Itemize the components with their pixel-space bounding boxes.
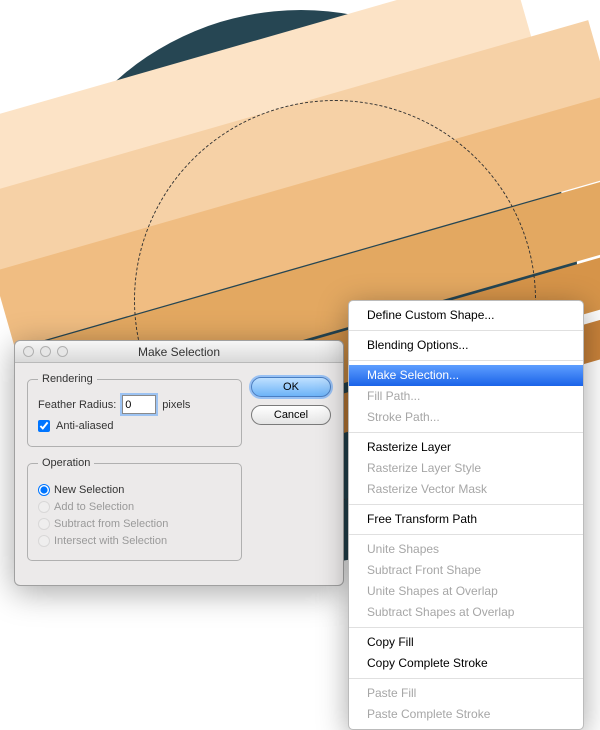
menu-separator <box>349 678 583 679</box>
menu-separator <box>349 534 583 535</box>
menu-item[interactable]: Make Selection... <box>349 365 583 386</box>
rendering-group: Rendering Feather Radius: pixels Anti-al… <box>27 373 242 447</box>
anti-aliased-checkbox[interactable] <box>38 420 50 432</box>
operation-radio <box>38 518 50 530</box>
feather-radius-input[interactable] <box>122 395 156 414</box>
menu-item: Stroke Path... <box>349 407 583 428</box>
menu-item[interactable]: Copy Fill <box>349 632 583 653</box>
operation-label: New Selection <box>54 484 124 496</box>
menu-item: Subtract Shapes at Overlap <box>349 602 583 623</box>
dialog-titlebar[interactable]: Make Selection <box>15 341 343 363</box>
menu-item: Fill Path... <box>349 386 583 407</box>
menu-item: Unite Shapes at Overlap <box>349 581 583 602</box>
feather-radius-label: Feather Radius: <box>38 399 116 411</box>
menu-separator <box>349 432 583 433</box>
menu-item: Subtract Front Shape <box>349 560 583 581</box>
zoom-icon[interactable] <box>57 346 68 357</box>
operation-option: Intersect with Selection <box>38 535 231 547</box>
operation-radio[interactable] <box>38 484 50 496</box>
operation-option: Add to Selection <box>38 501 231 513</box>
menu-item: Paste Complete Stroke <box>349 704 583 725</box>
menu-item: Paste Fill <box>349 683 583 704</box>
make-selection-dialog: Make Selection Rendering Feather Radius:… <box>14 340 344 586</box>
menu-item[interactable]: Define Custom Shape... <box>349 305 583 326</box>
operation-label: Add to Selection <box>54 501 134 513</box>
operation-label: Intersect with Selection <box>54 535 167 547</box>
menu-item: Rasterize Layer Style <box>349 458 583 479</box>
menu-separator <box>349 504 583 505</box>
menu-item: Unite Shapes <box>349 539 583 560</box>
minimize-icon[interactable] <box>40 346 51 357</box>
menu-item: Rasterize Vector Mask <box>349 479 583 500</box>
dialog-buttons: OK Cancel <box>251 377 331 425</box>
menu-item[interactable]: Blending Options... <box>349 335 583 356</box>
menu-separator <box>349 330 583 331</box>
bar-shape <box>0 0 533 198</box>
ok-button[interactable]: OK <box>251 377 331 397</box>
bar-shape <box>0 20 600 273</box>
window-controls[interactable] <box>23 346 68 357</box>
operation-radio <box>38 535 50 547</box>
dialog-title: Make Selection <box>138 345 220 359</box>
operation-legend: Operation <box>38 457 94 469</box>
close-icon[interactable] <box>23 346 34 357</box>
cancel-button[interactable]: Cancel <box>251 405 331 425</box>
menu-item[interactable]: Copy Complete Stroke <box>349 653 583 674</box>
operation-label: Subtract from Selection <box>54 518 168 530</box>
operation-radio <box>38 501 50 513</box>
anti-aliased-label: Anti-aliased <box>56 420 113 432</box>
operation-option: Subtract from Selection <box>38 518 231 530</box>
menu-separator <box>349 360 583 361</box>
context-menu: Define Custom Shape... Blending Options..… <box>348 300 584 730</box>
feather-units-label: pixels <box>162 399 190 411</box>
menu-item[interactable]: Free Transform Path <box>349 509 583 530</box>
menu-item[interactable]: Rasterize Layer <box>349 437 583 458</box>
rendering-legend: Rendering <box>38 373 97 385</box>
operation-option[interactable]: New Selection <box>38 484 231 496</box>
menu-separator <box>349 627 583 628</box>
operation-group: Operation New Selection Add to Selection S… <box>27 457 242 561</box>
